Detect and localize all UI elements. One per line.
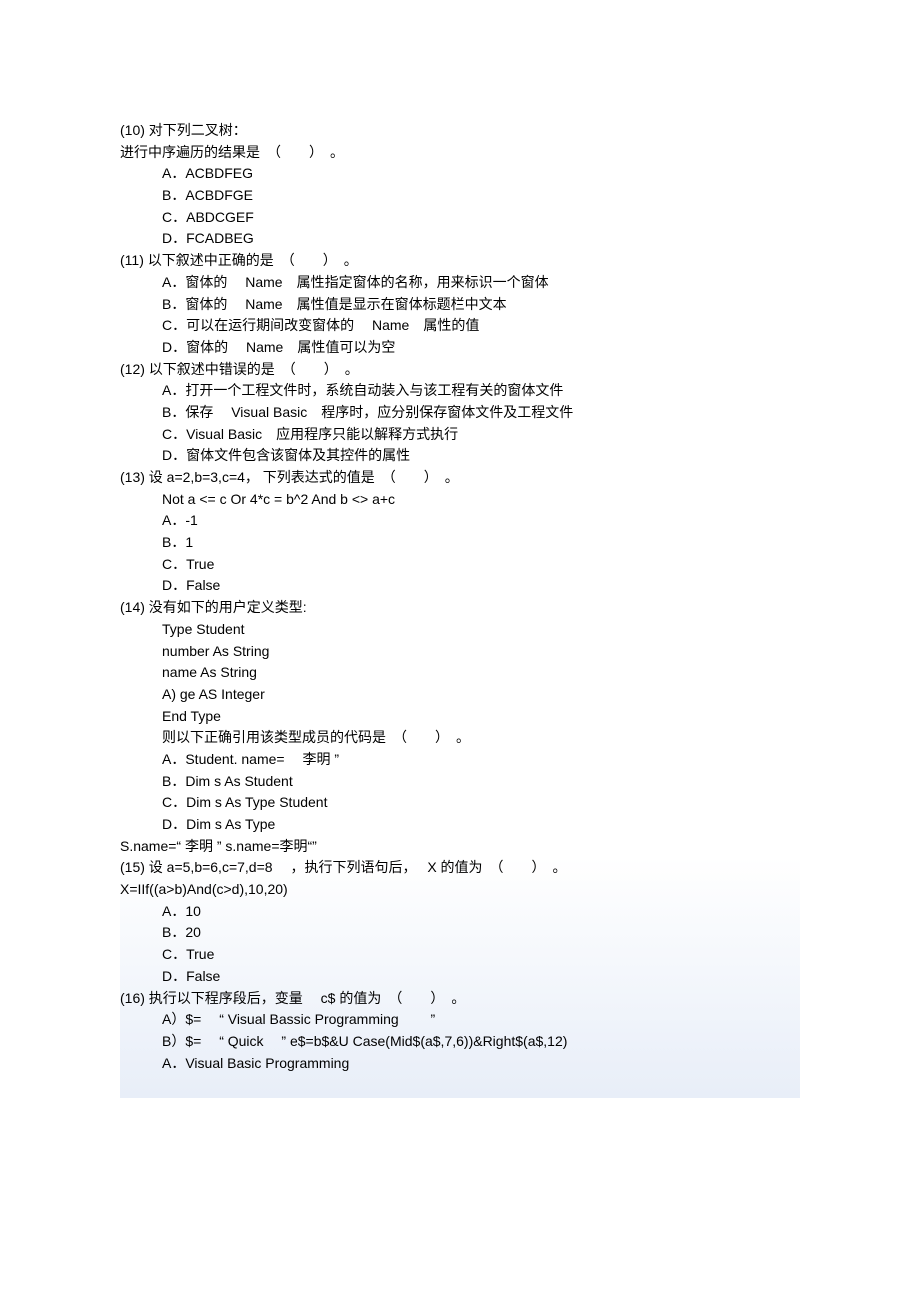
q15-option-d: D．False [120, 966, 800, 988]
q16-code-line-2: B）$= “ Quick ” e$=b$&U Case(Mid$(a$,7,6)… [120, 1031, 800, 1053]
q14-option-b: B．Dim s As Student [120, 771, 800, 793]
q15-expression: X=IIf((a>b)And(c>d),10,20) [120, 879, 800, 901]
q14-code-line-1: Type Student [120, 619, 800, 641]
q14-stem-2: 则以下正确引用该类型成员的代码是 （ ） 。 [120, 727, 800, 749]
q14-tail: S.name=“ 李明 ” s.name=李明“” [120, 836, 800, 858]
q13-option-b: B．1 [120, 532, 800, 554]
q14-code-line-2: number As String [120, 641, 800, 663]
q14-code-line-3: name As String [120, 662, 800, 684]
q13-stem: (13) 设 a=2,b=3,c=4， 下列表达式的值是 （ ） 。 [120, 467, 800, 489]
q11-option-c: C．可以在运行期间改变窗体的 Name 属性的值 [120, 315, 800, 337]
q14-code-line-4: A) ge AS Integer [120, 684, 800, 706]
q11-stem: (11) 以下叙述中正确的是 （ ） 。 [120, 250, 800, 272]
q10-stem-2: 进行中序遍历的结果是 （ ） 。 [120, 142, 800, 164]
q11-option-a: A．窗体的 Name 属性指定窗体的名称，用来标识一个窗体 [120, 272, 800, 294]
q12-option-c: C．Visual Basic 应用程序只能以解释方式执行 [120, 424, 800, 446]
question-10: (10) 对下列二叉树： 进行中序遍历的结果是 （ ） 。 A．ACBDFEG … [120, 120, 800, 250]
q16-stem: (16) 执行以下程序段后，变量 c$ 的值为 （ ） 。 [120, 988, 800, 1010]
q15-option-c: C．True [120, 944, 800, 966]
q13-option-d: D．False [120, 575, 800, 597]
question-15: (15) 设 a=5,b=6,c=7,d=8 ，执行下列语句后， X 的值为 （… [120, 857, 800, 987]
q12-option-a: A．打开一个工程文件时，系统自动装入与该工程有关的窗体文件 [120, 380, 800, 402]
q16-option-a: A．Visual Basic Programming [120, 1053, 800, 1075]
q10-option-d: D．FCADBEG [120, 228, 800, 250]
q12-option-d: D．窗体文件包含该窗体及其控件的属性 [120, 445, 800, 467]
q13-option-a: A．-1 [120, 510, 800, 532]
question-11: (11) 以下叙述中正确的是 （ ） 。 A．窗体的 Name 属性指定窗体的名… [120, 250, 800, 358]
q11-option-b: B．窗体的 Name 属性值是显示在窗体标题栏中文本 [120, 294, 800, 316]
question-12: (12) 以下叙述中错误的是 （ ） 。 A．打开一个工程文件时，系统自动装入与… [120, 359, 800, 467]
q14-option-c: C．Dim s As Type Student [120, 792, 800, 814]
q14-option-a: A．Student. name= 李明 ” [120, 749, 800, 771]
q13-expression: Not a <= c Or 4*c = b^2 And b <> a+c [120, 489, 800, 511]
q14-stem: (14) 没有如下的用户定义类型: [120, 597, 800, 619]
q10-option-a: A．ACBDFEG [120, 163, 800, 185]
q14-option-d: D．Dim s As Type [120, 814, 800, 836]
q10-option-c: C．ABDCGEF [120, 207, 800, 229]
question-16: (16) 执行以下程序段后，变量 c$ 的值为 （ ） 。 A）$= “ Vis… [120, 988, 800, 1075]
question-14: (14) 没有如下的用户定义类型: Type Student number As… [120, 597, 800, 857]
q16-code-line-1: A）$= “ Visual Bassic Programming ” [120, 1009, 800, 1031]
gradient-region: (15) 设 a=5,b=6,c=7,d=8 ，执行下列语句后， X 的值为 （… [120, 857, 800, 1098]
q13-option-c: C．True [120, 554, 800, 576]
q15-option-a: A．10 [120, 901, 800, 923]
q10-stem-1: (10) 对下列二叉树： [120, 120, 800, 142]
q11-option-d: D．窗体的 Name 属性值可以为空 [120, 337, 800, 359]
q15-option-b: B．20 [120, 922, 800, 944]
q10-option-b: B．ACBDFGE [120, 185, 800, 207]
q12-option-b: B．保存 Visual Basic 程序时，应分别保存窗体文件及工程文件 [120, 402, 800, 424]
document-page: (10) 对下列二叉树： 进行中序遍历的结果是 （ ） 。 A．ACBDFEG … [0, 0, 920, 1138]
q12-stem: (12) 以下叙述中错误的是 （ ） 。 [120, 359, 800, 381]
q14-code-line-5: End Type [120, 706, 800, 728]
question-13: (13) 设 a=2,b=3,c=4， 下列表达式的值是 （ ） 。 Not a… [120, 467, 800, 597]
q15-stem: (15) 设 a=5,b=6,c=7,d=8 ，执行下列语句后， X 的值为 （… [120, 857, 800, 879]
